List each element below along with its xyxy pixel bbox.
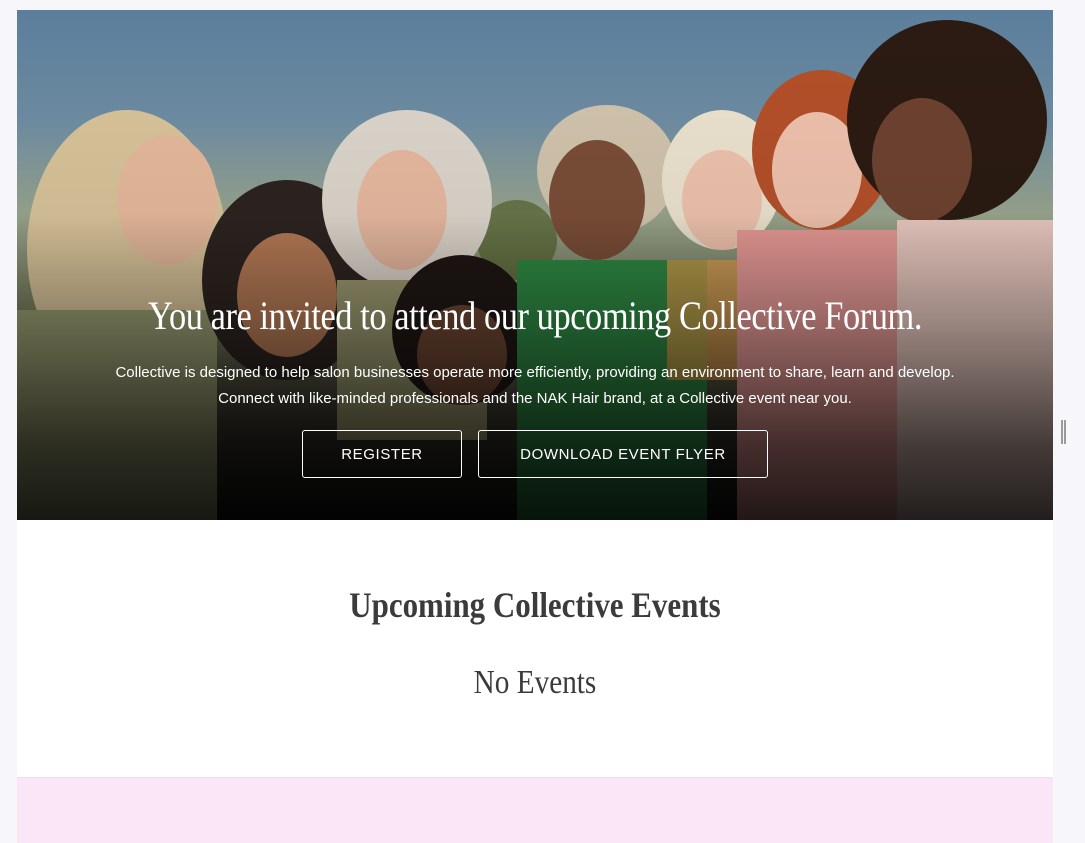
no-events-message: No Events xyxy=(473,664,597,701)
scrollbar-handle[interactable] xyxy=(1061,420,1066,444)
footer-band xyxy=(17,777,1053,843)
hero-description-line-2: Connect with like-minded professionals a… xyxy=(218,390,852,407)
upcoming-events-heading: Upcoming Collective Events xyxy=(349,585,721,625)
hero-description-line-1: Collective is designed to help salon bus… xyxy=(115,364,955,381)
register-button[interactable]: REGISTER xyxy=(302,430,462,478)
hero-description: Collective is designed to help salon bus… xyxy=(17,360,1053,412)
hero-banner: You are invited to attend our upcoming C… xyxy=(17,10,1053,520)
hero-title: You are invited to attend our upcoming C… xyxy=(147,293,923,338)
download-event-flyer-button[interactable]: DOWNLOAD EVENT FLYER xyxy=(478,430,768,478)
page: You are invited to attend our upcoming C… xyxy=(17,10,1053,843)
